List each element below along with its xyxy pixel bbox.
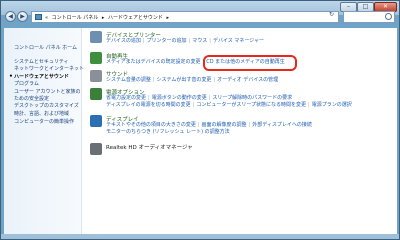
breadcrumb-overflow[interactable]: « [45,15,48,21]
sidebar-item-desktop[interactable]: デスクトップのカスタマイズ [14,103,79,109]
printer-icon [90,31,102,43]
speaker-icon [90,70,102,82]
forward-button[interactable]: ▶ [17,11,28,22]
link-wake-password[interactable]: スリープ解除時のパスワードの要求 [212,95,292,101]
link-manage-audio[interactable]: オーディオ デバイスの管理 [217,77,278,83]
autoplay-icon [90,52,102,64]
category-links: デバイスの追加 | プリンターの追加 | マウス | デバイス マネージャー [106,38,265,44]
link-power-plan[interactable]: 電源プランの選択 [312,102,352,108]
breadcrumb-hardware-sound[interactable]: ハードウェアとサウンド [108,15,163,21]
search-icon [385,13,392,20]
sidebar-item-hardware-sound[interactable]: ハードウェアとサウンド [9,74,69,80]
sidebar-item-clock-language[interactable]: 時計、言語、および地域 [14,111,69,117]
sidebar-item-system-security[interactable]: システムとセキュリティ [14,59,69,65]
status-bar [1,234,399,239]
link-add-device[interactable]: デバイスの追加 [106,38,141,44]
category-title[interactable]: Realtek HD オーディオマネージャ [106,143,193,151]
link-change-sounds[interactable]: システムが出す音の変更 [157,77,212,83]
sidebar-item-user-accounts-cont[interactable]: ための安全設定 [14,96,49,102]
link-power-saving[interactable]: 省電力設定の変更 [106,95,146,101]
link-mouse[interactable]: マウス [192,38,207,44]
link-change-default-settings[interactable]: メディアまたはデバイスの既定設定の変更 [106,59,201,65]
link-display-off[interactable]: ディスプレイの電源を切る時間の変更 [106,102,191,108]
sidebar-item-control-panel-home[interactable]: コントロール パネル ホーム [14,45,77,51]
link-refresh-rate[interactable]: モニターのちらつき (リフレッシュ レート) の調整方法 [106,129,230,135]
link-resolution[interactable]: 画面の解像度の調整 [202,122,247,128]
address-bar[interactable]: « コントロール パネル ▸ ハードウェアとサウンド ▸ [31,11,339,23]
category-links: テキストやその他の項目の大きさの変更 | 画面の解像度の調整 | 外部ディスプレイへの接… [106,122,312,135]
realtek-icon [90,143,102,155]
content-area: コントロール パネル ホーム システムとセキュリティ ネットワークとインターネッ… [4,28,397,234]
sidebar-item-user-accounts[interactable]: ユーザー アカウントと家族の [14,89,81,95]
link-system-volume[interactable]: システム音量の調整 [106,77,151,83]
back-button[interactable]: ◀ [5,11,16,22]
link-text-size[interactable]: テキストやその他の項目の大きさの変更 [106,122,196,128]
link-power-button[interactable]: 電源ボタンの動作の変更 [152,95,207,101]
link-external-display[interactable]: 外部ディスプレイへの接続 [252,122,312,128]
category-links: 省電力設定の変更 | 電源ボタンの動作の変更 | スリープ解除時のパスワードの要求 ディ… [106,95,352,108]
category-list: デバイスとプリンター デバイスの追加 | プリンターの追加 | マウス | デバイス マネー… [90,28,397,234]
search-input[interactable] [343,11,395,23]
battery-icon [90,88,102,100]
link-sleep-time[interactable]: コンピューターがスリープ状態になる時間を変更 [196,102,306,108]
sidebar: コントロール パネル ホーム システムとセキュリティ ネットワークとインターネッ… [4,28,84,234]
breadcrumb-separator[interactable]: ▸ [102,15,105,21]
navigation-bar: ◀ ▶ « コントロール パネル ▸ ハードウェアとサウンド ▸ ↻ [1,9,399,27]
refresh-button[interactable]: ↻ [329,11,337,19]
sidebar-item-programs[interactable]: プログラム [14,81,39,87]
monitor-icon [90,115,102,127]
breadcrumb-separator[interactable]: ▸ [166,15,169,21]
breadcrumb: « コントロール パネル ▸ ハードウェアとサウンド ▸ [45,14,171,21]
breadcrumb-control-panel[interactable]: コントロール パネル [52,15,99,21]
sidebar-item-ease-of-access[interactable]: コンピューターの簡単操作 [14,119,74,125]
explorer-window: – □ ✕ ◀ ▶ « コントロール パネル ▸ ハードウェアとサウンド ▸ ↻… [0,0,400,240]
link-add-printer[interactable]: プリンターの追加 [147,38,187,44]
link-device-manager[interactable]: デバイス マネージャー [213,38,264,44]
control-panel-icon [35,14,42,20]
category-links: システム音量の調整 | システムが出す音の変更 | オーディオ デバイスの管理 [106,77,279,83]
sidebar-item-network[interactable]: ネットワークとインターネット [14,66,84,72]
red-highlight-circle [203,55,297,71]
